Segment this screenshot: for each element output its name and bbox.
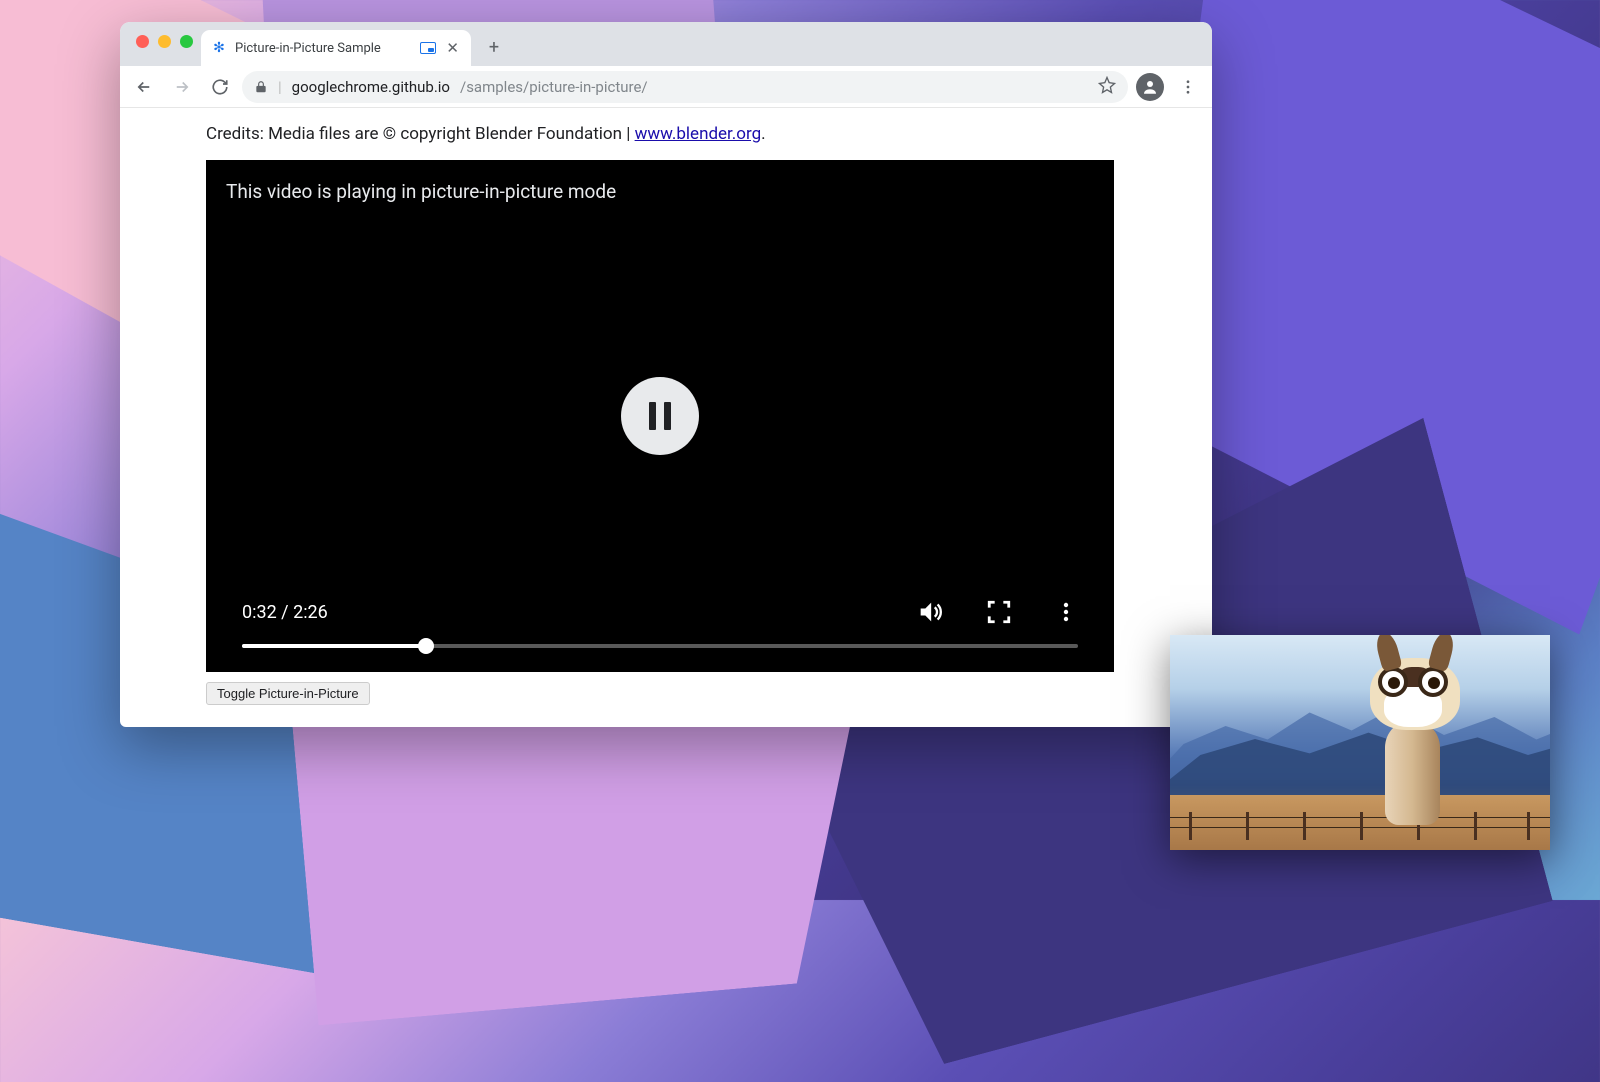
arrow-left-icon [135,78,153,96]
video-time-display: 0:32 / 2:26 [242,602,328,623]
lock-icon [254,80,268,94]
close-tab-button[interactable]: ✕ [444,39,461,57]
url-host: googlechrome.github.io [292,78,450,96]
credits-text: Credits: Media files are © copyright Ble… [206,124,635,144]
credits-suffix: . [761,124,765,144]
volume-button[interactable] [916,598,944,626]
pause-icon [649,402,671,430]
reload-icon [211,78,229,96]
credits-line: Credits: Media files are © copyright Ble… [206,124,1126,144]
kebab-icon [1054,600,1078,624]
fullscreen-icon [986,599,1012,625]
page-content: Credits: Media files are © copyright Ble… [120,108,1212,727]
browser-menu-button[interactable] [1172,71,1204,103]
tab-favicon-icon: ✻ [211,40,227,56]
pip-video-frame [1340,660,1490,825]
video-menu-button[interactable] [1054,600,1078,624]
pause-button[interactable] [621,377,699,455]
credits-link[interactable]: www.blender.org [635,124,762,144]
window-controls [130,22,201,66]
minimize-window-button[interactable] [158,35,171,48]
progress-fill [242,644,426,648]
pip-placeholder-text: This video is playing in picture-in-pict… [226,180,616,203]
browser-toolbar: | googlechrome.github.io/samples/picture… [120,66,1212,108]
close-window-button[interactable] [136,35,149,48]
bookmark-button[interactable] [1098,76,1116,98]
forward-button[interactable] [166,71,198,103]
total-duration: 2:26 [293,602,328,623]
arrow-right-icon [173,78,191,96]
fullscreen-button[interactable] [986,599,1012,625]
toggle-pip-button[interactable]: Toggle Picture-in-Picture [206,682,370,705]
new-tab-button[interactable]: + [479,32,509,62]
reload-button[interactable] [204,71,236,103]
pip-window[interactable] [1170,635,1550,850]
star-icon [1098,76,1116,94]
profile-button[interactable] [1134,71,1166,103]
elapsed-time: 0:32 [242,602,277,623]
tab-strip: ✻ Picture-in-Picture Sample ✕ + [120,22,1212,66]
browser-tab[interactable]: ✻ Picture-in-Picture Sample ✕ [201,30,471,66]
video-player[interactable]: This video is playing in picture-in-pict… [206,160,1114,672]
kebab-icon [1179,78,1197,96]
back-button[interactable] [128,71,160,103]
maximize-window-button[interactable] [180,35,193,48]
tab-title: Picture-in-Picture Sample [235,41,412,56]
address-bar[interactable]: | googlechrome.github.io/samples/picture… [242,71,1128,103]
separator: | [278,78,282,96]
browser-window: ✻ Picture-in-Picture Sample ✕ + | google… [120,22,1212,727]
volume-icon [916,598,944,626]
video-controls: 0:32 / 2:26 [206,598,1114,672]
time-separator: / [277,602,293,623]
video-progress-bar[interactable] [242,644,1078,648]
pip-indicator-icon [420,42,436,54]
progress-thumb[interactable] [418,638,434,654]
avatar-icon [1136,73,1164,101]
url-path: /samples/picture-in-picture/ [460,78,648,96]
